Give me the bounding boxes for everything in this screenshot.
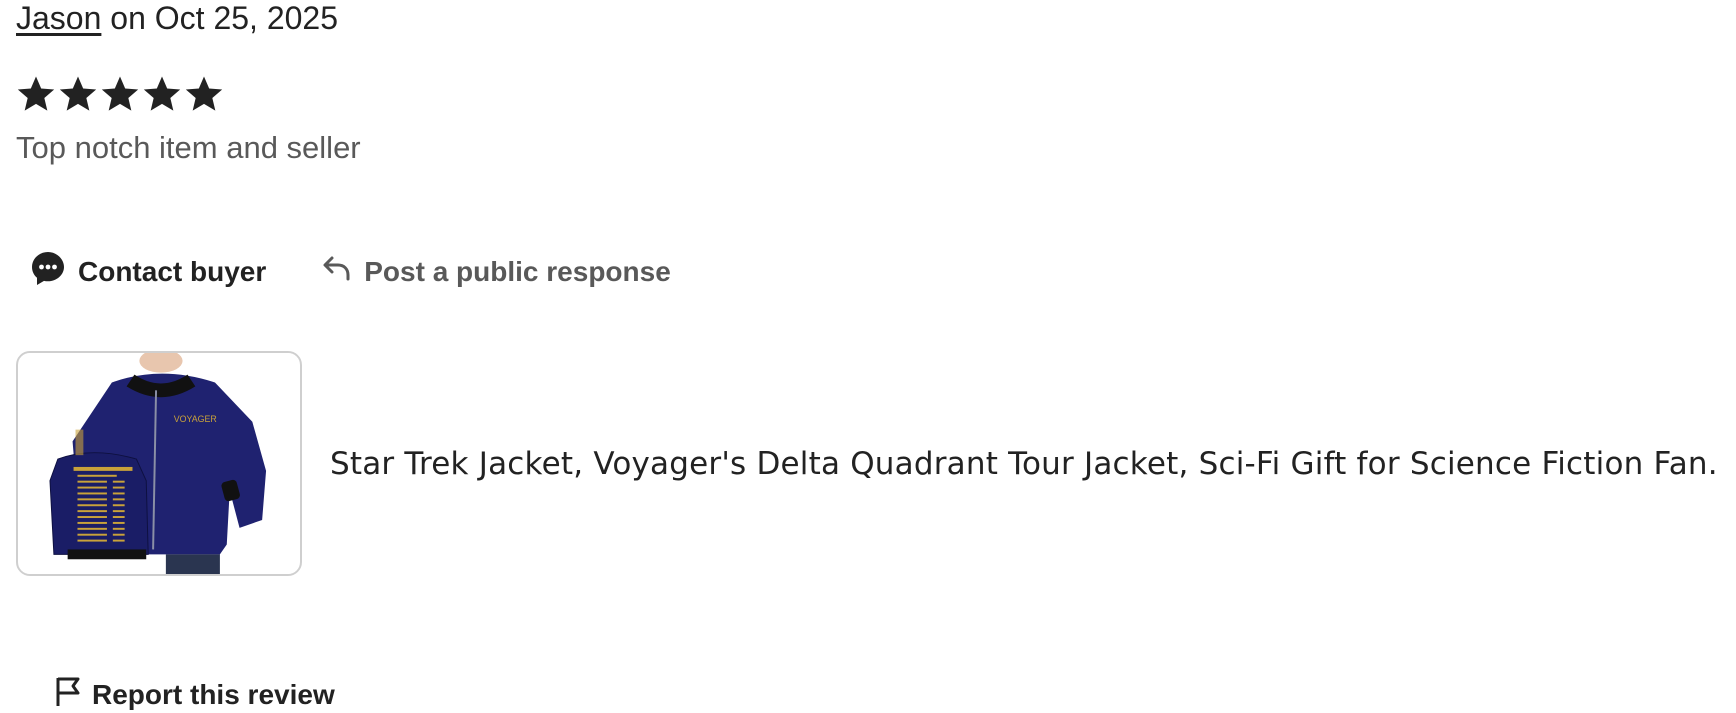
post-public-response-button[interactable]: Post a public response bbox=[322, 254, 671, 289]
report-review-label: Report this review bbox=[92, 678, 335, 710]
contact-buyer-button[interactable]: Contact buyer bbox=[30, 250, 266, 293]
jacket-product-image: VOYAGER bbox=[18, 353, 300, 574]
flag-icon bbox=[54, 676, 82, 713]
review-meta: Jason on Oct 25, 2025 bbox=[16, 0, 338, 36]
jacket-logo-text: VOYAGER bbox=[174, 414, 217, 424]
review-actions: Contact buyer Post a public response bbox=[30, 250, 671, 293]
listing-title-link[interactable]: Star Trek Jacket, Voyager's Delta Quadra… bbox=[330, 446, 1718, 482]
star-icon bbox=[185, 76, 223, 111]
star-icon bbox=[17, 76, 55, 111]
contact-buyer-label: Contact buyer bbox=[78, 255, 267, 287]
listing-item: VOYAGER Star Trek Jacket, Voyager's Delt… bbox=[16, 351, 1718, 576]
listing-thumbnail[interactable]: VOYAGER bbox=[16, 351, 302, 576]
star-rating bbox=[16, 74, 224, 114]
star-icon bbox=[101, 76, 139, 111]
report-review-link[interactable]: Report this review bbox=[54, 676, 335, 713]
review-text: Top notch item and seller bbox=[16, 130, 361, 165]
review-date: on Oct 25, 2025 bbox=[110, 0, 338, 36]
post-public-response-label: Post a public response bbox=[364, 255, 671, 287]
reviewer-name-link[interactable]: Jason bbox=[16, 0, 101, 36]
star-icon bbox=[143, 76, 181, 111]
star-icon bbox=[59, 76, 97, 111]
reply-arrow-icon bbox=[322, 254, 352, 289]
chat-bubble-icon bbox=[30, 250, 66, 293]
